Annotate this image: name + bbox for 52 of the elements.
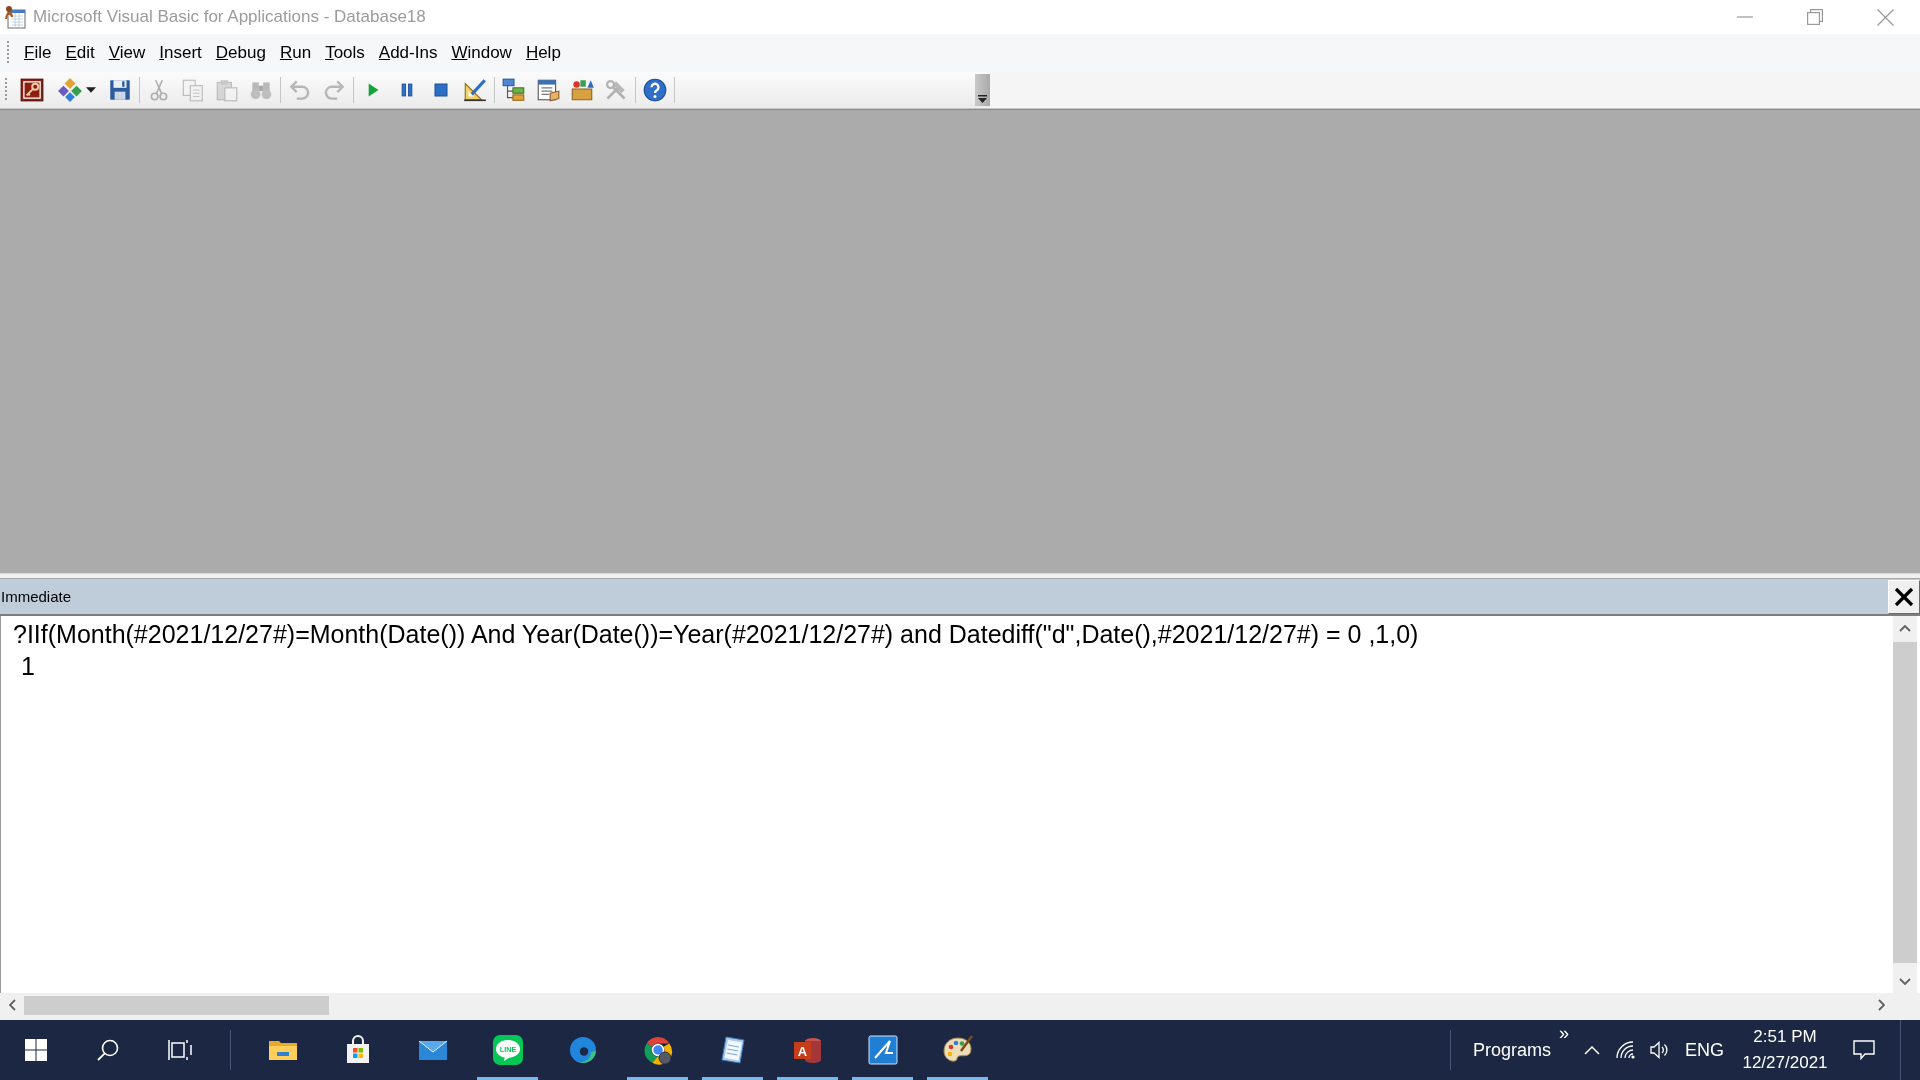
menu-item[interactable]: File (17, 39, 59, 67)
windows-logo-icon (25, 1039, 47, 1061)
chevron-right-icon (1877, 999, 1885, 1011)
speech-bubble-icon (1853, 1040, 1875, 1060)
pages-icon (180, 77, 206, 103)
orb-logo-icon (641, 1034, 674, 1066)
clipboard-icon (214, 77, 240, 103)
close-icon (1876, 8, 1894, 26)
task-view-icon (168, 1039, 192, 1061)
close-pane-button[interactable] (1888, 579, 1920, 614)
wifi-icon (1616, 1041, 1636, 1059)
menu-item[interactable]: Edit (58, 39, 102, 67)
blocks-icon (56, 77, 83, 103)
toolbar-chevron-button[interactable]: » (1558, 1020, 1575, 1042)
caret-icon (978, 95, 987, 103)
code-line: ?IIf(Month(#2021/12/27#)=Month(Date()) And Year(Date())=Year(#2021/12/27#) and Datediff("d",Date(),#2021/12/27#) = 0 ,1,0) (13, 619, 1419, 650)
shapes-box-icon (569, 77, 595, 103)
scrollbar-thumb[interactable] (24, 996, 329, 1015)
stroke-tile-icon (866, 1034, 899, 1066)
minimize-icon (1737, 16, 1753, 18)
chevron-up-icon (1584, 1045, 1600, 1055)
menu-item[interactable]: Help (518, 39, 568, 67)
ruler-pencil-icon (462, 77, 488, 103)
chevron-left-icon (8, 999, 16, 1011)
programs-toolbar-label[interactable]: Programs (1464, 1020, 1559, 1080)
clock-button[interactable]: 2:51 PM 12/27/2021 (1732, 1020, 1838, 1080)
window-title: Microsoft Visual Basic for Applications - Database18 (33, 7, 426, 27)
chevron-up-icon (1899, 624, 1911, 632)
property-sheet-icon (535, 77, 561, 103)
menu-item[interactable]: Tools (318, 39, 372, 67)
output-line: 1 (20, 651, 35, 682)
menu-item[interactable]: View (101, 39, 153, 67)
grip-icon (6, 41, 10, 65)
menu-item[interactable]: Window (444, 39, 519, 67)
pane-title: Immediate (1, 588, 72, 605)
tree-icon (501, 77, 527, 103)
chevron-down-icon (1899, 977, 1911, 985)
speaker-icon (1650, 1041, 1670, 1059)
menu-item[interactable]: Debug (208, 39, 273, 67)
language-button[interactable]: ENG (1677, 1020, 1732, 1080)
caret-icon (85, 87, 96, 93)
help-icon (642, 77, 668, 103)
menu-item[interactable]: Run (272, 39, 319, 67)
grip-icon (4, 78, 8, 102)
close-icon (1894, 586, 1914, 607)
search-icon (97, 1039, 119, 1061)
restore-icon (1807, 9, 1823, 25)
menu-item[interactable]: Insert (152, 39, 209, 67)
menu-item[interactable]: Add-Ins (371, 39, 445, 67)
toolbar-options-button[interactable] (975, 74, 990, 106)
window-figure-icon (4, 5, 26, 29)
key-tile-icon (19, 77, 45, 103)
